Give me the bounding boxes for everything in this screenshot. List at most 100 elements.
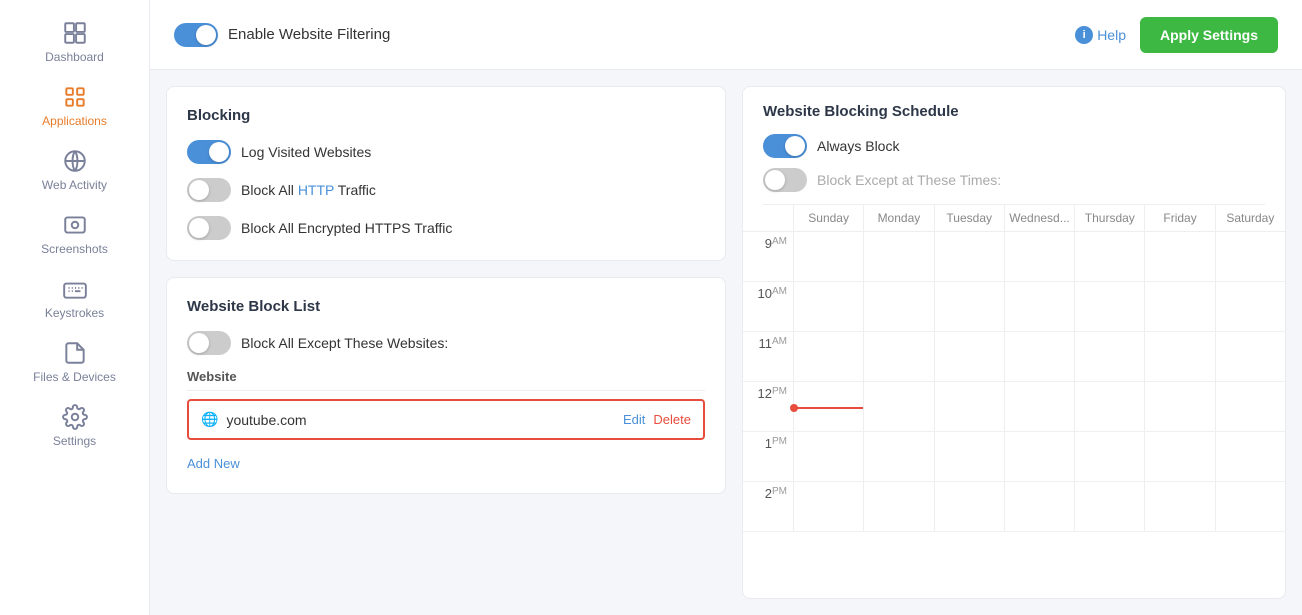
calendar-cell-2-5[interactable] [1144, 332, 1214, 381]
sidebar-item-keystrokes[interactable]: Keystrokes [0, 266, 149, 330]
sidebar-item-settings[interactable]: Settings [0, 394, 149, 458]
calendar-cell-0-5[interactable] [1144, 232, 1214, 281]
time-label-1: 10AM [743, 282, 793, 331]
calendar-cell-5-5[interactable] [1144, 482, 1214, 531]
sidebar-item-files-devices[interactable]: Files & Devices [0, 330, 149, 394]
apply-settings-button[interactable]: Apply Settings [1140, 17, 1278, 53]
time-col-header [743, 205, 793, 231]
calendar-cell-4-1[interactable] [863, 432, 933, 481]
edit-website-button[interactable]: Edit [623, 412, 645, 427]
log-visited-label: Log Visited Websites [241, 144, 371, 160]
calendar-cell-3-2[interactable] [934, 382, 1004, 431]
block-except-toggle[interactable] [187, 331, 231, 355]
calendar-cell-0-6[interactable] [1215, 232, 1285, 281]
block-except-times-label: Block Except at These Times: [817, 172, 1001, 188]
calendar-cell-5-0[interactable] [793, 482, 863, 531]
content-area: Blocking Log Visited Websites Block All … [150, 70, 1302, 615]
block-https-toggle[interactable] [187, 216, 231, 240]
calendar-cell-4-4[interactable] [1074, 432, 1144, 481]
block-except-times-option: Block Except at These Times: [763, 168, 1265, 192]
block-https-label: Block All Encrypted HTTPS Traffic [241, 220, 452, 236]
website-actions: Edit Delete [623, 412, 691, 427]
calendar-cell-2-6[interactable] [1215, 332, 1285, 381]
add-new-button[interactable]: Add New [187, 456, 240, 471]
calendar-cell-2-4[interactable] [1074, 332, 1144, 381]
calendar-header-row: Sunday Monday Tuesday Wednesd... Thursda… [743, 205, 1285, 232]
sidebar-item-label: Files & Devices [33, 370, 116, 384]
calendar-cell-2-2[interactable] [934, 332, 1004, 381]
website-column-header: Website [187, 369, 705, 391]
help-link[interactable]: i Help [1075, 26, 1126, 44]
calendar-cell-3-5[interactable] [1144, 382, 1214, 431]
calendar-cell-3-0[interactable] [793, 382, 863, 431]
block-except-toggle-row: Block All Except These Websites: [187, 331, 705, 355]
left-panel: Blocking Log Visited Websites Block All … [166, 86, 726, 599]
sidebar-item-applications[interactable]: Applications [0, 74, 149, 138]
calendar-row-2: 11AM [743, 332, 1285, 382]
calendar-cell-3-3[interactable] [1004, 382, 1074, 431]
calendar-cell-1-0[interactable] [793, 282, 863, 331]
blocking-card: Blocking Log Visited Websites Block All … [166, 86, 726, 261]
sidebar: Dashboard Applications Web Activity Scre… [0, 0, 150, 615]
always-block-label: Always Block [817, 138, 899, 154]
block-list-title: Website Block List [187, 298, 705, 315]
calendar-cell-1-4[interactable] [1074, 282, 1144, 331]
sidebar-item-label: Screenshots [41, 242, 108, 256]
website-entry-left: 🌐 youtube.com [201, 411, 307, 428]
sidebar-item-screenshots[interactable]: Screenshots [0, 202, 149, 266]
calendar-cell-5-1[interactable] [863, 482, 933, 531]
calendar-cell-3-6[interactable] [1215, 382, 1285, 431]
day-header-monday: Monday [863, 205, 933, 231]
sidebar-item-dashboard[interactable]: Dashboard [0, 10, 149, 74]
calendar-cell-0-0[interactable] [793, 232, 863, 281]
calendar-cell-2-1[interactable] [863, 332, 933, 381]
calendar-cell-0-2[interactable] [934, 232, 1004, 281]
time-label-4: 1PM [743, 432, 793, 481]
day-header-friday: Friday [1144, 205, 1214, 231]
calendar-cell-0-3[interactable] [1004, 232, 1074, 281]
day-header-wednesday: Wednesd... [1004, 205, 1074, 231]
sidebar-item-label: Dashboard [45, 50, 104, 64]
calendar-cell-4-6[interactable] [1215, 432, 1285, 481]
calendar-cell-3-1[interactable] [863, 382, 933, 431]
log-visited-toggle[interactable] [187, 140, 231, 164]
calendar-cell-4-3[interactable] [1004, 432, 1074, 481]
block-except-times-toggle[interactable] [763, 168, 807, 192]
calendar-cell-5-3[interactable] [1004, 482, 1074, 531]
always-block-toggle[interactable] [763, 134, 807, 158]
calendar-cell-0-4[interactable] [1074, 232, 1144, 281]
block-http-toggle[interactable] [187, 178, 231, 202]
calendar-cell-5-2[interactable] [934, 482, 1004, 531]
calendar-cell-1-5[interactable] [1144, 282, 1214, 331]
calendar-cell-4-5[interactable] [1144, 432, 1214, 481]
calendar-cell-2-3[interactable] [1004, 332, 1074, 381]
calendar-cell-4-2[interactable] [934, 432, 1004, 481]
calendar-row-1: 10AM [743, 282, 1285, 332]
blocking-title: Blocking [187, 107, 705, 124]
website-filtering-toggle-group: Enable Website Filtering [174, 23, 390, 47]
calendar-cell-1-2[interactable] [934, 282, 1004, 331]
sidebar-item-label: Web Activity [42, 178, 107, 192]
calendar-cell-1-6[interactable] [1215, 282, 1285, 331]
schedule-options: Always Block Block Except at These Times… [763, 134, 1265, 205]
help-label: Help [1097, 27, 1126, 43]
calendar-cell-4-0[interactable] [793, 432, 863, 481]
block-list-card: Website Block List Block All Except Thes… [166, 277, 726, 494]
calendar-cell-5-4[interactable] [1074, 482, 1144, 531]
calendar-cell-3-4[interactable] [1074, 382, 1144, 431]
always-block-option: Always Block [763, 134, 1265, 158]
calendar-cell-0-1[interactable] [863, 232, 933, 281]
sidebar-item-web-activity[interactable]: Web Activity [0, 138, 149, 202]
website-filtering-label: Enable Website Filtering [228, 26, 390, 43]
help-icon: i [1075, 26, 1093, 44]
calendar-cell-1-1[interactable] [863, 282, 933, 331]
day-header-thursday: Thursday [1074, 205, 1144, 231]
day-header-saturday: Saturday [1215, 205, 1285, 231]
website-filtering-toggle[interactable] [174, 23, 218, 47]
calendar-cell-1-3[interactable] [1004, 282, 1074, 331]
main-content: Enable Website Filtering i Help Apply Se… [150, 0, 1302, 615]
calendar-cell-5-6[interactable] [1215, 482, 1285, 531]
calendar-cell-2-0[interactable] [793, 332, 863, 381]
calendar-row-3: 12PM [743, 382, 1285, 432]
delete-website-button[interactable]: Delete [653, 412, 691, 427]
